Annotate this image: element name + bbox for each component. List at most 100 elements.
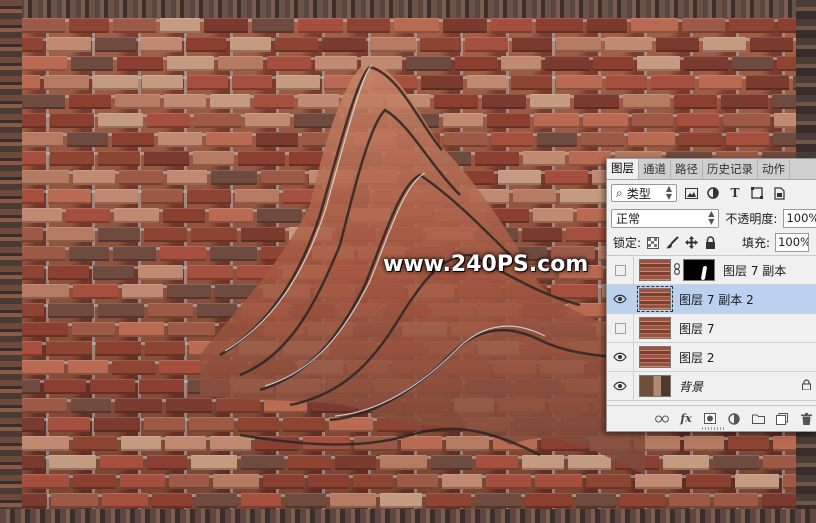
layer-row-layer7-copy[interactable]: 图层 7 副本 bbox=[607, 255, 816, 285]
brick bbox=[493, 436, 537, 451]
delete-layer-icon[interactable] bbox=[799, 412, 813, 426]
brick bbox=[491, 132, 533, 147]
tab-layers[interactable]: 图层 bbox=[607, 159, 639, 179]
brick bbox=[620, 493, 665, 508]
tab-actions[interactable]: 动作 bbox=[758, 160, 790, 179]
brick bbox=[312, 246, 354, 261]
brick bbox=[358, 398, 401, 413]
layer-name: 图层 7 bbox=[679, 321, 715, 336]
brick bbox=[117, 56, 163, 71]
brick bbox=[536, 18, 583, 33]
brick bbox=[165, 436, 206, 451]
brick bbox=[377, 417, 417, 432]
brick bbox=[477, 227, 518, 242]
tab-history[interactable]: 历史记录 bbox=[703, 160, 758, 179]
new-group-icon[interactable] bbox=[751, 412, 765, 426]
brick bbox=[241, 455, 284, 470]
brick bbox=[263, 284, 310, 299]
brick bbox=[467, 75, 507, 90]
new-layer-icon[interactable] bbox=[775, 412, 789, 426]
brick bbox=[353, 132, 393, 147]
brick bbox=[113, 246, 156, 261]
brick bbox=[628, 132, 675, 147]
brick bbox=[210, 94, 250, 109]
brick bbox=[254, 94, 294, 109]
brick bbox=[663, 455, 709, 470]
lock-move-icon[interactable] bbox=[684, 236, 698, 250]
brick bbox=[634, 436, 680, 451]
add-mask-icon[interactable] bbox=[703, 412, 717, 426]
brick bbox=[71, 56, 113, 71]
brick bbox=[551, 284, 598, 299]
fx-icon[interactable]: fx bbox=[679, 412, 693, 426]
layer-row-layer7-copy2[interactable]: 图层 7 副本 2 bbox=[607, 284, 816, 314]
brick bbox=[448, 170, 494, 185]
smart-object-filter-icon[interactable] bbox=[771, 185, 787, 201]
brick bbox=[121, 436, 161, 451]
brick bbox=[721, 94, 768, 109]
brick bbox=[94, 417, 140, 432]
layer-row-layer2[interactable]: 图层 2 bbox=[607, 342, 816, 372]
type-filter-icon[interactable]: T bbox=[727, 185, 743, 201]
brick bbox=[421, 75, 463, 90]
eye-icon bbox=[613, 294, 627, 304]
lock-all-icon[interactable] bbox=[703, 236, 717, 250]
brick bbox=[682, 18, 725, 33]
resize-grip[interactable] bbox=[702, 427, 724, 430]
visibility-toggle[interactable] bbox=[607, 342, 634, 372]
link-layers-icon[interactable] bbox=[655, 412, 669, 426]
brick bbox=[22, 360, 64, 375]
brick bbox=[241, 493, 281, 508]
brick bbox=[374, 75, 417, 90]
blend-mode-select[interactable]: 正常 ▲ ▼ bbox=[611, 208, 720, 228]
brick bbox=[164, 94, 206, 109]
visibility-toggle[interactable] bbox=[607, 284, 634, 314]
brick bbox=[46, 341, 92, 356]
brick bbox=[309, 170, 353, 185]
image-filter-icon[interactable] bbox=[683, 185, 699, 201]
fill-field[interactable]: 100% bbox=[775, 233, 810, 252]
opacity-field[interactable]: 100% bbox=[783, 208, 816, 228]
visibility-toggle[interactable] bbox=[607, 255, 634, 285]
shape-filter-icon[interactable] bbox=[749, 185, 765, 201]
adjustment-filter-icon[interactable] bbox=[705, 185, 721, 201]
brick bbox=[513, 189, 556, 204]
brick bbox=[486, 474, 531, 489]
brick bbox=[469, 189, 509, 204]
link-chain-icon[interactable] bbox=[672, 262, 682, 278]
brick bbox=[684, 436, 724, 451]
brick bbox=[401, 436, 442, 451]
brick bbox=[375, 379, 417, 394]
brick bbox=[22, 284, 69, 299]
layer-row-background[interactable]: 背景 bbox=[607, 371, 816, 401]
brick bbox=[144, 417, 185, 432]
new-adjustment-icon[interactable] bbox=[727, 412, 741, 426]
lock-transparent-icon[interactable] bbox=[646, 236, 660, 250]
brick bbox=[333, 341, 376, 356]
brick bbox=[282, 265, 327, 280]
brick bbox=[713, 455, 759, 470]
brick bbox=[237, 265, 278, 280]
brick bbox=[497, 322, 541, 337]
visibility-toggle[interactable] bbox=[607, 313, 634, 343]
brick bbox=[406, 56, 451, 71]
brick bbox=[344, 113, 388, 128]
brick bbox=[289, 151, 332, 166]
visibility-toggle[interactable] bbox=[607, 371, 634, 401]
layer-mask-thumbnail[interactable] bbox=[683, 259, 715, 281]
brick bbox=[583, 113, 628, 128]
brick bbox=[298, 94, 339, 109]
tab-paths[interactable]: 路径 bbox=[671, 160, 703, 179]
brick bbox=[115, 398, 162, 413]
brick bbox=[204, 18, 248, 33]
brick bbox=[347, 18, 390, 33]
lock-brush-icon[interactable] bbox=[665, 236, 679, 250]
brick bbox=[623, 94, 670, 109]
brick bbox=[292, 303, 335, 318]
brick bbox=[380, 341, 425, 356]
layer-name: 图层 2 bbox=[679, 350, 715, 365]
stretched-edge-left bbox=[0, 0, 22, 523]
layer-filter-select[interactable]: ⌕ 类型 ▲ ▼ bbox=[611, 184, 677, 202]
layer-row-layer7[interactable]: 图层 7 bbox=[607, 313, 816, 343]
tab-channels[interactable]: 通道 bbox=[639, 160, 671, 179]
